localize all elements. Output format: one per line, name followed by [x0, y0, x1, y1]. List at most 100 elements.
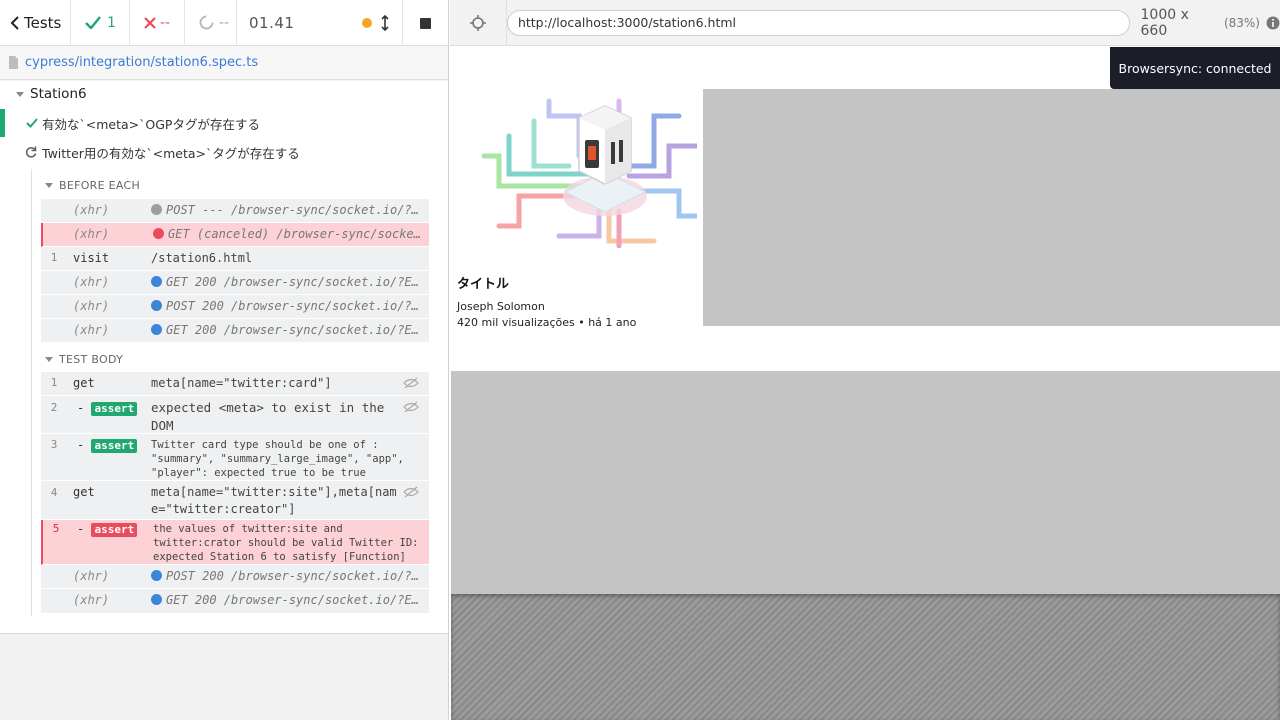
test-title: Twitter用の有効な`<meta>`タグが存在する [42, 145, 300, 161]
caret-down-icon [16, 91, 24, 97]
duration: 01.41 [249, 13, 295, 32]
command-number [41, 199, 67, 222]
command-number: 5 [52, 522, 60, 535]
command-name: (xhr) [73, 299, 110, 313]
tests-back-button[interactable]: Tests [0, 0, 71, 46]
command-row[interactable]: (xhr) GET 200 /browser-sync/socket.io/?E… [41, 271, 429, 295]
placeholder-block [703, 89, 1280, 326]
command-row-failed[interactable]: (xhr) GET (canceled) /browser-sync/socke… [41, 223, 429, 247]
check-icon [26, 118, 38, 128]
command-message: POST 200 /browser-sync/socket.io/?EIO=3&… [151, 295, 429, 318]
passed-count: 1 [71, 0, 130, 46]
refresh-icon [25, 146, 37, 158]
command-name: (xhr) [73, 275, 110, 289]
command-message: GET 200 /browser-sync/socket.io/?EIO=3&t… [151, 589, 429, 613]
file-icon [9, 56, 18, 69]
command-name: (xhr) [73, 593, 110, 607]
command-row[interactable]: (xhr) POST 200 /browser-sync/socket.io/?… [41, 565, 429, 589]
command-number [41, 295, 67, 318]
aut-empty-area [451, 594, 1280, 720]
stop-button[interactable] [402, 0, 448, 46]
hook-title: BEFORE EACH [59, 179, 141, 192]
passed-value: 1 [107, 14, 116, 31]
caret-down-icon [45, 183, 53, 188]
assert-badge: assert [91, 523, 138, 537]
command-row-assert[interactable]: 3 - assert Twitter card type should be o… [41, 434, 429, 481]
command-message: Twitter card type should be one of : "su… [151, 439, 404, 479]
pending-circle-icon [199, 15, 214, 30]
viewport-info: 1000 x 660 (83%) [1141, 7, 1280, 39]
failed-count: -- [130, 0, 185, 46]
command-message-text: GET 200 /browser-sync/socket.io/?EIO=3&t… [166, 593, 429, 607]
command-row[interactable]: (xhr) POST --- /browser-sync/socket.io/?… [41, 199, 429, 223]
selector-playground-button[interactable] [450, 0, 507, 46]
run-controls [358, 0, 448, 46]
status-dot-icon [151, 276, 162, 287]
command-message-text: POST 200 /browser-sync/socket.io/?EIO=3&… [166, 569, 429, 583]
command-name: get [73, 376, 95, 390]
spec-file-path[interactable]: cypress/integration/station6.spec.ts [0, 46, 448, 80]
eye-slash-icon[interactable] [403, 486, 419, 498]
test-passed[interactable]: 有効な`<meta>`OGPタグが存在する [0, 109, 448, 137]
command-row-failed[interactable]: 5 - assert the values of twitter:site an… [41, 520, 429, 565]
video-card[interactable]: タイトル Joseph Solomon 420 mil visualizaçõe… [451, 89, 703, 329]
pass-indicator-bar [0, 109, 5, 137]
command-number: 1 [50, 376, 58, 389]
pending-value: -- [219, 14, 230, 31]
command-number: 3 [50, 438, 58, 451]
command-message: GET (canceled) /browser-sync/socket.io/?… [153, 223, 429, 246]
command-message-text: GET 200 /browser-sync/socket.io/?EIO=3&t… [166, 323, 429, 337]
command-number [41, 589, 67, 613]
placeholder-block [451, 371, 1280, 594]
command-number [41, 319, 67, 342]
command-message: POST 200 /browser-sync/socket.io/?EIO=3&… [151, 565, 429, 588]
test-body-commands: 1 get meta[name="twitter:card"] 2 - asse… [41, 372, 429, 613]
command-message-text: POST --- /browser-sync/socket.io/?EIO=3&… [166, 203, 429, 217]
command-number [43, 223, 69, 246]
pending-count: -- [185, 0, 237, 46]
command-name: (xhr) [73, 203, 110, 217]
command-name: - assert [69, 522, 153, 564]
command-name: (xhr) [73, 323, 110, 337]
command-row[interactable]: 4 get meta[name="twitter:site"],meta[nam… [41, 481, 429, 520]
status-dot-icon [151, 204, 162, 215]
command-message: POST --- /browser-sync/socket.io/?EIO=3&… [151, 199, 429, 222]
scroll-toggle-button[interactable] [376, 0, 394, 46]
command-message: GET 200 /browser-sync/socket.io/?EIO=3&t… [151, 319, 429, 342]
suite-title-text: Station6 [30, 86, 87, 102]
command-message: meta[name="twitter:card"] [151, 376, 332, 390]
check-icon [85, 16, 101, 29]
suite-title[interactable]: Station6 [16, 86, 87, 102]
eye-slash-icon[interactable] [403, 401, 419, 413]
command-message: GET 200 /browser-sync/socket.io/?EIO=3&t… [151, 271, 429, 294]
url-bar[interactable]: http://localhost:3000/station6.html [506, 9, 1130, 36]
arrows-vertical-icon [381, 15, 389, 31]
command-row[interactable]: 1 visit /station6.html [41, 247, 429, 271]
test-running[interactable]: Twitter用の有効な`<meta>`タグが存在する [0, 138, 448, 166]
test-body-header[interactable]: TEST BODY [45, 353, 123, 366]
status-dot-icon [151, 594, 162, 605]
command-message: meta[name="twitter:site"],meta[name="twi… [151, 485, 397, 516]
reporter-panel: Tests 1 -- -- 01.41 cypress/integration/… [0, 0, 449, 720]
before-each-header[interactable]: BEFORE EACH [45, 179, 140, 192]
x-icon [144, 16, 156, 29]
command-name: (xhr) [73, 569, 110, 583]
command-message: /station6.html [151, 251, 253, 265]
eye-slash-icon[interactable] [403, 377, 419, 389]
command-row[interactable]: 1 get meta[name="twitter:card"] [41, 372, 429, 396]
test-title: 有効な`<meta>`OGPタグが存在する [42, 116, 260, 132]
info-icon[interactable] [1266, 16, 1280, 30]
command-message-text: GET 200 /browser-sync/socket.io/?EIO=3&t… [166, 275, 429, 289]
command-name: - assert [67, 438, 151, 480]
browsersync-notification: Browsersync: connected [1110, 47, 1280, 89]
running-indicator [358, 0, 376, 46]
command-number: 4 [50, 486, 58, 499]
runnables-list: Station6 有効な`<meta>`OGPタグが存在する Twitter用の… [0, 81, 448, 634]
command-row[interactable]: (xhr) GET 200 /browser-sync/socket.io/?E… [41, 319, 429, 343]
status-dot-icon [151, 570, 162, 581]
command-row-assert[interactable]: 2 - assert expected <meta> to exist in t… [41, 396, 429, 434]
command-row[interactable]: (xhr) POST 200 /browser-sync/socket.io/?… [41, 295, 429, 319]
command-row[interactable]: (xhr) GET 200 /browser-sync/socket.io/?E… [41, 589, 429, 613]
hook-title: TEST BODY [59, 353, 124, 366]
command-number [41, 565, 67, 588]
